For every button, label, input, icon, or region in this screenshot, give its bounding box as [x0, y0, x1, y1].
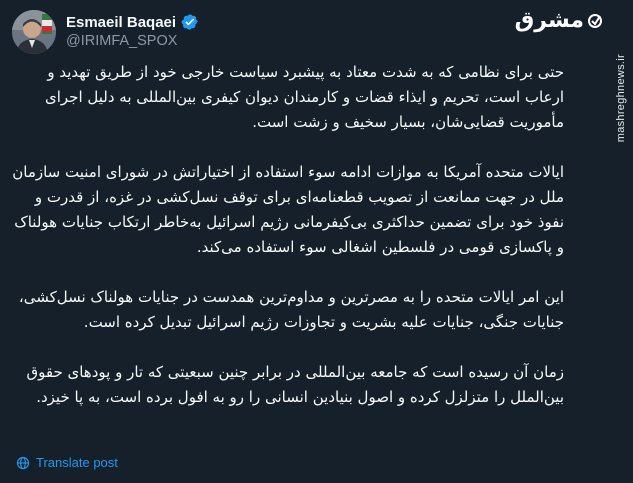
tweet-paragraph: این امر ایالات متحده را به مصرترین و مدا…: [18, 288, 564, 331]
tweet-paragraph: حتی برای نظامی که به شدت معتاد به پیشبرد…: [44, 63, 564, 131]
tweet-card: Esmaeil Baqaei @IRIMFA_SPOX مشرق mashreg…: [0, 0, 633, 483]
author-handle[interactable]: @IRIMFA_SPOX: [66, 33, 177, 49]
author-name-row: Esmaeil Baqaei: [66, 13, 199, 31]
mashregh-logo: مشرق: [515, 10, 603, 32]
author-name[interactable]: Esmaeil Baqaei: [66, 14, 176, 31]
translate-post-label: Translate post: [36, 455, 118, 470]
avatar-image: [12, 10, 56, 54]
tweet-paragraph: ایالات متحده آمریکا به موازات ادامه سوء …: [12, 163, 564, 256]
mashregh-logo-icon: [588, 14, 602, 28]
verified-badge-icon: [181, 14, 198, 30]
avatar[interactable]: [12, 10, 56, 54]
brand-site-url: mashreghnews.ir: [615, 54, 627, 143]
tweet-paragraph: زمان آن رسیده است که جامعه بین‌المللی در…: [26, 363, 564, 406]
globe-icon: [16, 456, 30, 469]
translate-post-button[interactable]: Translate post: [16, 455, 118, 470]
tweet-text: حتی برای نظامی که به شدت معتاد به پیشبرد…: [12, 60, 564, 410]
brand-logo-text: مشرق: [514, 8, 585, 33]
